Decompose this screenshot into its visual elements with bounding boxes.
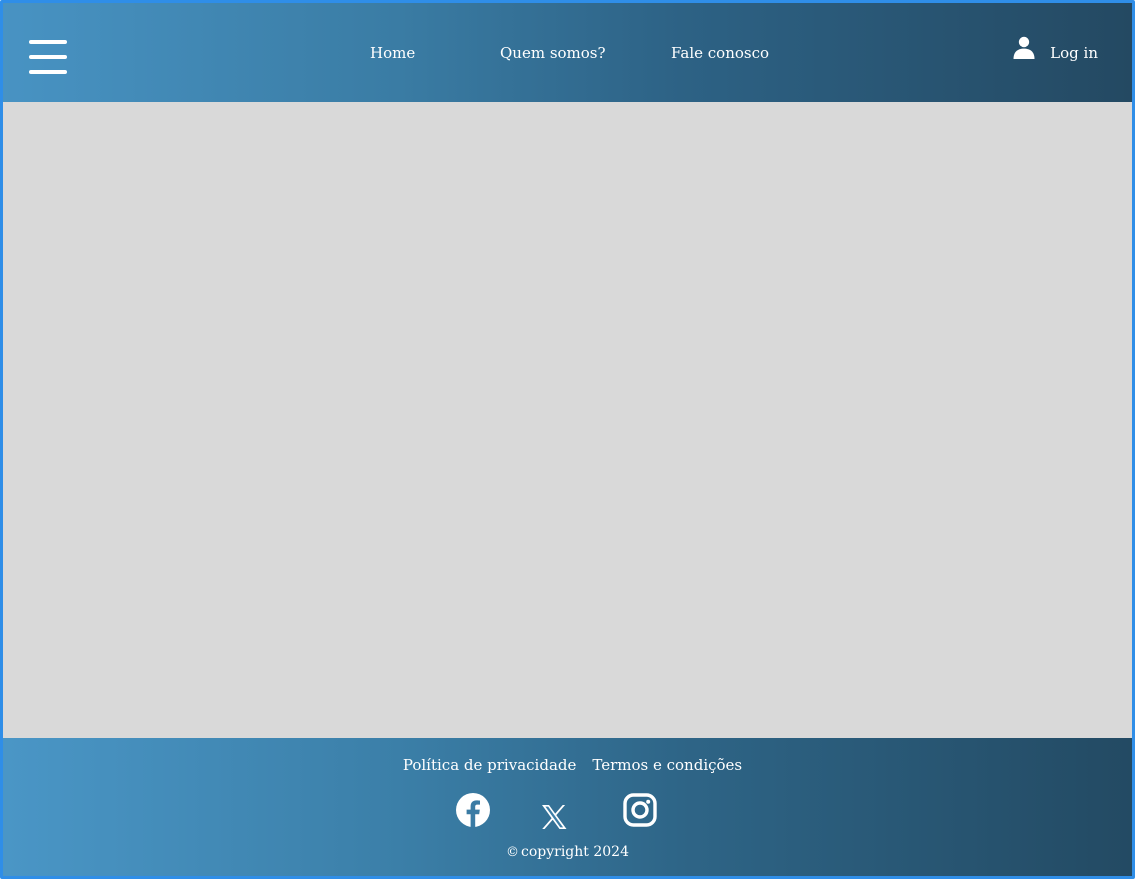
footer-links: Política de privacidade Termos e condiçõ… xyxy=(3,756,1132,774)
nav-link-fale-conosco[interactable]: Fale conosco xyxy=(671,3,769,102)
x-twitter-icon[interactable] xyxy=(539,802,569,832)
copyright-label: copyright 2024 xyxy=(521,844,629,860)
privacy-policy-link[interactable]: Política de privacidade xyxy=(403,756,577,774)
top-navigation-bar: Home Quem somos? Fale conosco Log in xyxy=(3,3,1132,102)
menu-line xyxy=(29,55,67,59)
facebook-icon[interactable] xyxy=(455,792,491,828)
nav-link-quem-somos[interactable]: Quem somos? xyxy=(500,3,606,102)
user-icon xyxy=(1013,36,1035,59)
nav-link-home[interactable]: Home xyxy=(370,3,415,102)
page-frame: Home Quem somos? Fale conosco Log in Pol… xyxy=(0,0,1135,879)
menu-line xyxy=(29,40,67,44)
login-button[interactable]: Log in xyxy=(1012,3,1098,102)
main-content-area xyxy=(3,102,1132,738)
instagram-icon[interactable] xyxy=(622,792,658,828)
copyright-text: © copyright 2024 xyxy=(3,844,1132,860)
login-label: Log in xyxy=(1050,43,1098,62)
hamburger-menu-icon[interactable] xyxy=(29,40,67,74)
footer: Política de privacidade Termos e condiçõ… xyxy=(3,738,1132,876)
copyright-icon: © xyxy=(506,845,519,860)
menu-line xyxy=(29,70,67,74)
terms-conditions-link[interactable]: Termos e condições xyxy=(592,756,742,774)
social-icons xyxy=(3,790,1132,834)
